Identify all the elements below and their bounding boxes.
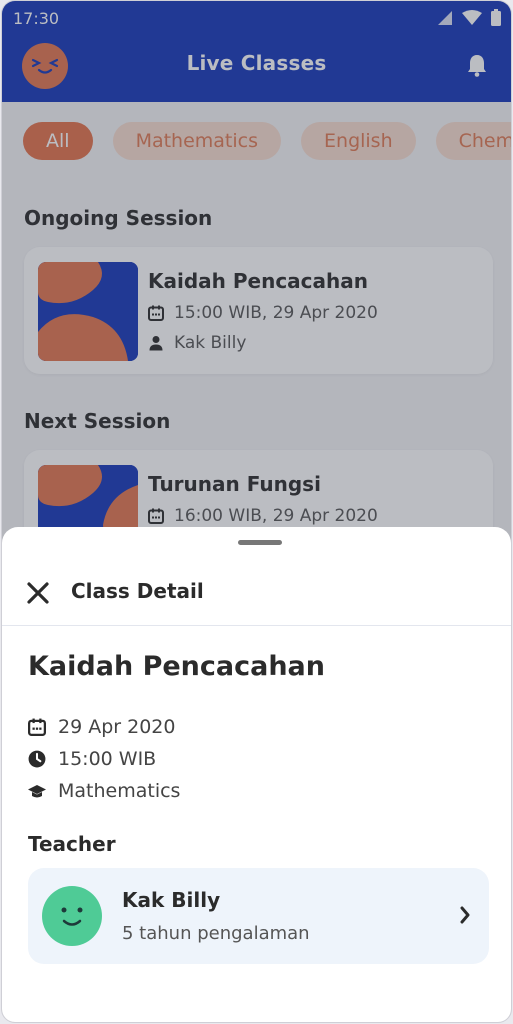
- teacher-avatar: [42, 886, 102, 946]
- class-subject-row: Mathematics: [28, 780, 180, 802]
- class-time: 15:00 WIB: [58, 748, 157, 770]
- teacher-name: Kak Billy: [122, 888, 221, 912]
- close-icon[interactable]: [26, 581, 50, 605]
- sheet-title: Class Detail: [71, 579, 204, 603]
- smiley-face-icon: [61, 907, 83, 926]
- teacher-label: Teacher: [28, 832, 116, 856]
- class-subject: Mathematics: [58, 780, 181, 802]
- class-title: Kaidah Pencacahan: [28, 651, 325, 682]
- graduation-cap-icon: [28, 785, 46, 798]
- phone-screen: 17:30 Live Classes All Mathematics Engli…: [1, 0, 512, 1023]
- class-date-row: 29 Apr 2020: [28, 716, 175, 738]
- teacher-experience: 5 tahun pengalaman: [122, 923, 310, 944]
- class-detail-sheet: Class Detail Kaidah Pencacahan 29 Apr 20…: [2, 527, 511, 1022]
- clock-icon: [28, 750, 46, 768]
- calendar-icon: [28, 718, 46, 736]
- sheet-drag-handle[interactable]: [238, 540, 282, 545]
- class-time-row: 15:00 WIB: [28, 748, 156, 770]
- class-date: 29 Apr 2020: [58, 716, 176, 738]
- chevron-right-icon[interactable]: [459, 906, 471, 924]
- divider: [2, 625, 511, 626]
- teacher-card[interactable]: Kak Billy 5 tahun pengalaman: [28, 868, 489, 964]
